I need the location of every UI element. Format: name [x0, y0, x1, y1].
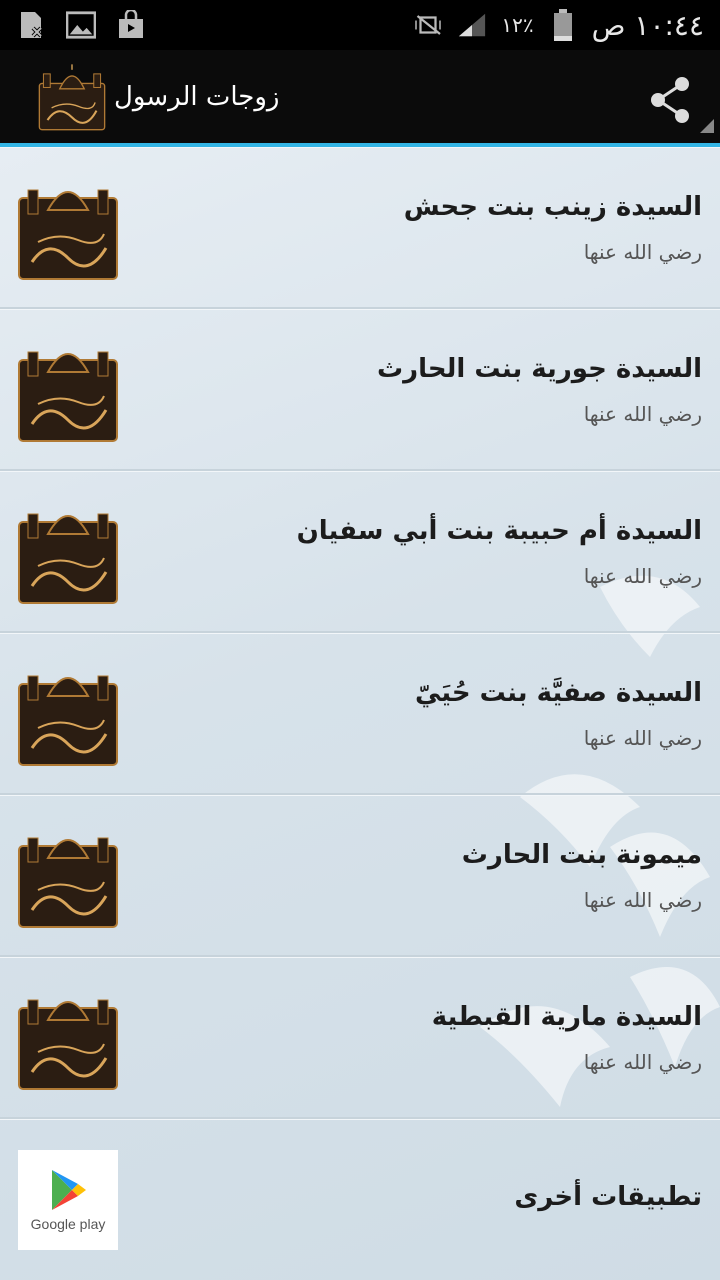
- wives-list: السيدة زينب بنت جحش رضي الله عنها السيدة…: [0, 147, 720, 1280]
- item-subtitle: رضي الله عنها: [583, 564, 702, 588]
- app-logo[interactable]: [38, 63, 106, 131]
- item-thumbnail: [18, 351, 118, 442]
- other-apps-item[interactable]: Google play تطبيقات أخرى: [0, 1119, 720, 1280]
- google-play-icon: [52, 1170, 86, 1210]
- item-thumbnail: [18, 513, 118, 604]
- item-thumbnail: [18, 189, 118, 280]
- item-thumbnail: [18, 999, 118, 1090]
- share-icon: [651, 77, 689, 123]
- item-thumbnail: [18, 837, 118, 928]
- item-title: السيدة جورية بنت الحارث: [377, 354, 702, 384]
- item-title: ميمونة بنت الحارث: [461, 840, 702, 870]
- image-icon: [66, 10, 96, 40]
- item-thumbnail: [18, 675, 118, 766]
- notification-icons: [16, 10, 146, 40]
- item-title: السيدة مارية القبطية: [431, 1002, 702, 1032]
- item-title: السيدة زينب بنت جحش: [403, 192, 702, 222]
- share-button[interactable]: [642, 72, 698, 128]
- item-title: السيدة صفيَّة بنت حُيَيّ: [414, 678, 702, 708]
- vibrate-mute-icon: [413, 10, 443, 40]
- list-item[interactable]: السيدة مارية القبطية رضي الله عنها: [0, 957, 720, 1119]
- list-item[interactable]: السيدة أم حبيبة بنت أبي سفيان رضي الله ع…: [0, 471, 720, 633]
- item-subtitle: رضي الله عنها: [583, 240, 702, 264]
- list-item[interactable]: ميمونة بنت الحارث رضي الله عنها: [0, 795, 720, 957]
- google-play-label: Google play: [30, 1216, 106, 1232]
- google-play-thumbnail: Google play: [18, 1150, 118, 1250]
- list-item[interactable]: السيدة جورية بنت الحارث رضي الله عنها: [0, 309, 720, 471]
- item-subtitle: رضي الله عنها: [583, 726, 702, 750]
- action-bar: زوجات الرسول: [0, 50, 720, 143]
- store-bag-icon: [116, 10, 146, 40]
- other-apps-title: تطبيقات أخرى: [514, 1182, 702, 1212]
- app-title: زوجات الرسول: [114, 81, 280, 112]
- status-bar: ١٢٪ ١٠:٤٤ ص: [0, 0, 720, 50]
- item-subtitle: رضي الله عنها: [583, 1050, 702, 1074]
- list-item[interactable]: السيدة زينب بنت جحش رضي الله عنها: [0, 147, 720, 309]
- clock: ١٠:٤٤ ص: [591, 8, 704, 42]
- battery-percent: ١٢٪: [501, 13, 534, 37]
- sd-card-error-icon: [16, 10, 46, 40]
- battery-icon: [548, 9, 578, 41]
- item-subtitle: رضي الله عنها: [583, 402, 702, 426]
- system-icons: ١٢٪ ١٠:٤٤ ص: [413, 9, 704, 42]
- item-subtitle: رضي الله عنها: [583, 888, 702, 912]
- list-item[interactable]: السيدة صفيَّة بنت حُيَيّ رضي الله عنها: [0, 633, 720, 795]
- item-title: السيدة أم حبيبة بنت أبي سفيان: [296, 516, 702, 546]
- signal-icon: [457, 10, 487, 40]
- overflow-indicator: [700, 119, 714, 133]
